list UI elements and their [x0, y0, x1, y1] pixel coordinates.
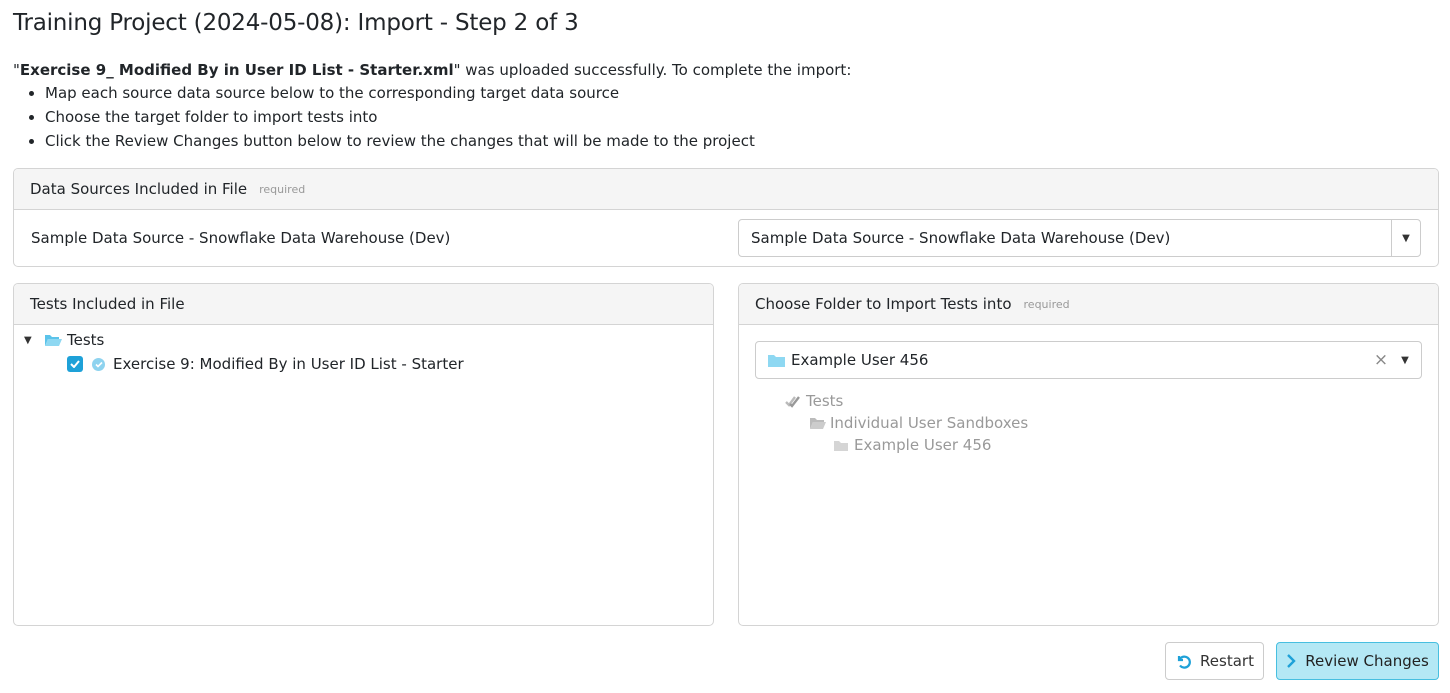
folder-icon [834, 440, 848, 451]
instructions-list: Map each source data source below to the… [13, 81, 851, 153]
dropdown-arrow-icon[interactable]: ▼ [1393, 355, 1417, 366]
folder-tree-node-tests[interactable]: Tests [785, 391, 843, 411]
tree-node-test[interactable]: Exercise 9: Modified By in User ID List … [67, 354, 464, 374]
restart-button[interactable]: Restart [1165, 642, 1264, 680]
double-check-icon [785, 395, 801, 408]
page-title: Training Project (2024-05-08): Import - … [13, 10, 579, 36]
restart-label: Restart [1200, 652, 1254, 670]
upload-message: "Exercise 9_ Modified By in User ID List… [13, 59, 851, 81]
dropdown-arrow-icon[interactable]: ▼ [1391, 220, 1420, 256]
instruction-item: Map each source data source below to the… [45, 81, 851, 105]
undo-icon [1175, 653, 1191, 669]
required-label: required [259, 182, 306, 196]
tests-title: Tests Included in File [30, 295, 185, 313]
data-sources-header: Data Sources Included in File required [14, 169, 1438, 210]
upload-status: " was uploaded successfully. To complete… [453, 61, 852, 79]
tests-header: Tests Included in File [14, 284, 713, 325]
instruction-item: Choose the target folder to import tests… [45, 105, 851, 129]
source-data-source: Sample Data Source - Snowflake Data Ware… [31, 229, 451, 247]
target-data-source-select[interactable]: Sample Data Source - Snowflake Data Ware… [738, 219, 1421, 257]
tree-node-label: Tests [67, 331, 105, 349]
caret-down-icon[interactable]: ▼ [24, 335, 36, 346]
folder-open-icon [809, 417, 826, 430]
tests-panel: Tests Included in File ▼ Tests Exercise … [13, 283, 714, 626]
data-source-row: Sample Data Source - Snowflake Data Ware… [14, 210, 1438, 266]
folder-tree-node-sandboxes[interactable]: Individual User Sandboxes [809, 413, 1028, 433]
target-data-source-value: Sample Data Source - Snowflake Data Ware… [751, 229, 1171, 247]
folder-title: Choose Folder to Import Tests into [755, 295, 1012, 313]
tree-node-label: Individual User Sandboxes [830, 414, 1029, 432]
check-circle-icon [92, 357, 105, 371]
chevron-right-icon [1286, 654, 1296, 668]
quote: " [13, 61, 20, 79]
clear-icon[interactable]: × [1369, 350, 1393, 370]
uploaded-filename: Exercise 9_ Modified By in User ID List … [19, 61, 454, 79]
tree-node-label: Example User 456 [854, 436, 992, 454]
folder-open-icon [44, 334, 62, 347]
folder-panel: Choose Folder to Import Tests into requi… [738, 283, 1439, 626]
intro: "Exercise 9_ Modified By in User ID List… [13, 59, 851, 153]
folder-select[interactable]: Example User 456 × ▼ [755, 341, 1422, 379]
review-changes-button[interactable]: Review Changes [1276, 642, 1439, 680]
folder-select-value: Example User 456 [791, 351, 929, 369]
folder-tree-node-user[interactable]: Example User 456 [834, 435, 991, 455]
folder-header: Choose Folder to Import Tests into requi… [739, 284, 1438, 325]
instruction-item: Click the Review Changes button below to… [45, 129, 851, 153]
data-sources-title: Data Sources Included in File [30, 180, 248, 198]
data-sources-panel: Data Sources Included in File required S… [13, 168, 1439, 267]
tree-node-label: Exercise 9: Modified By in User ID List … [113, 355, 464, 373]
required-label: required [1023, 297, 1070, 311]
folder-icon [768, 354, 785, 367]
review-changes-label: Review Changes [1305, 652, 1429, 670]
checkbox-checked[interactable] [67, 356, 83, 372]
tree-node-tests[interactable]: ▼ Tests [24, 330, 104, 350]
tree-node-label: Tests [806, 392, 844, 410]
